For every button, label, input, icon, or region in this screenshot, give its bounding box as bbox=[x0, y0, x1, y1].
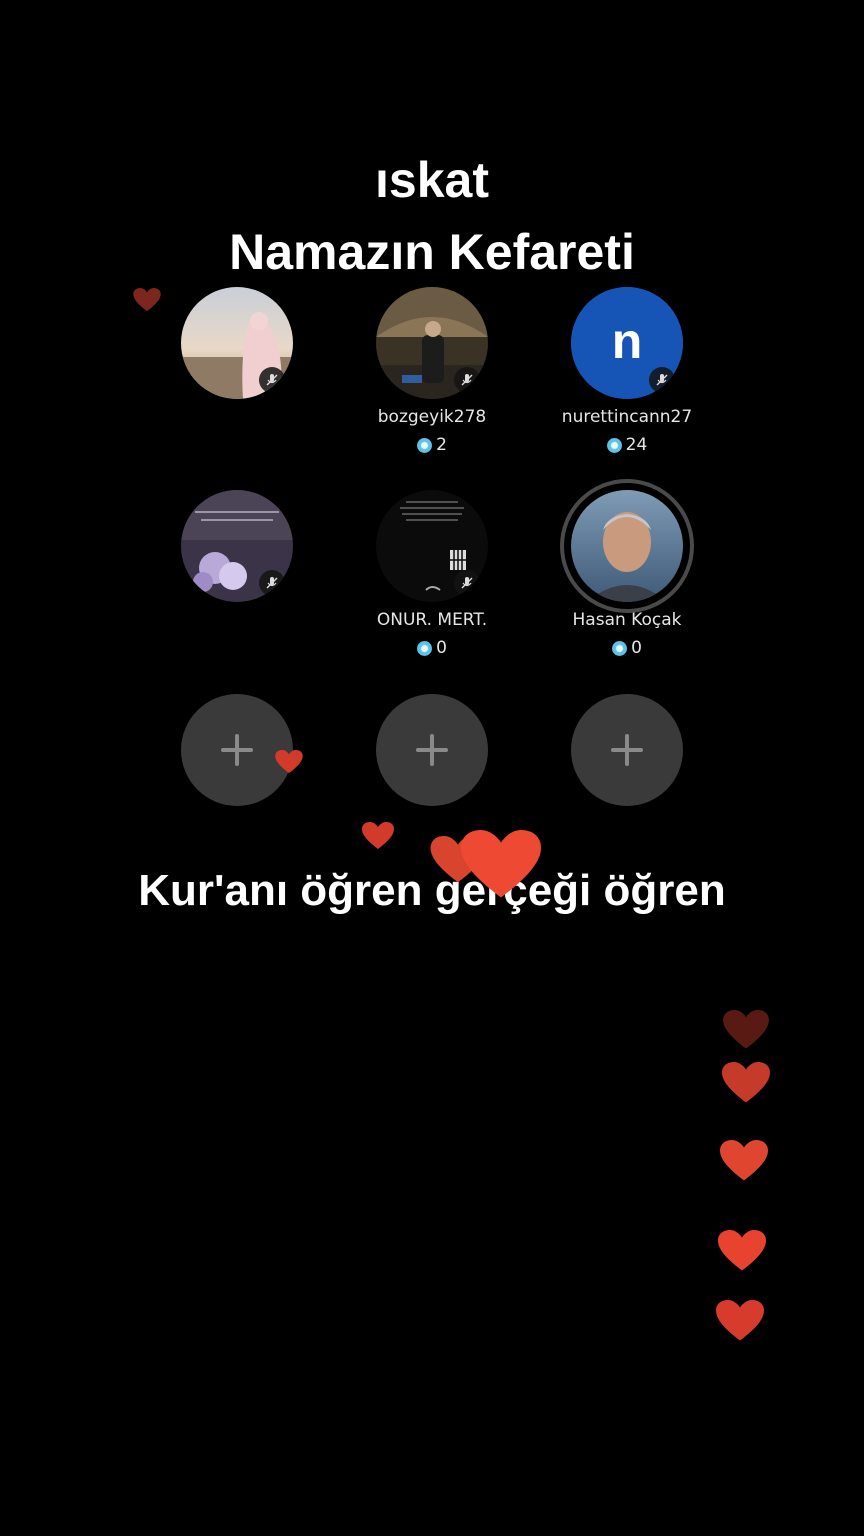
seat-3[interactable]: n nurettincann27 24 bbox=[537, 287, 717, 455]
seat-username[interactable]: ONUR. MERT. bbox=[342, 610, 522, 632]
empty-seat-2[interactable] bbox=[376, 694, 488, 806]
heart-icon bbox=[133, 288, 161, 312]
score-value: 2 bbox=[436, 435, 447, 455]
avatar-letter: n bbox=[612, 313, 643, 369]
muted-mic-icon bbox=[259, 570, 285, 596]
plus-icon bbox=[611, 734, 643, 766]
score-value: 0 bbox=[631, 638, 642, 658]
seat-username[interactable]: nurettincann27 bbox=[537, 407, 717, 429]
seat-4[interactable] bbox=[147, 490, 327, 632]
avatar[interactable] bbox=[181, 287, 293, 399]
heart-icon bbox=[716, 1300, 764, 1341]
seat-score: 24 bbox=[537, 435, 717, 455]
muted-mic-icon bbox=[259, 367, 285, 393]
gem-icon bbox=[417, 640, 433, 656]
gem-icon bbox=[612, 640, 628, 656]
plus-icon bbox=[221, 734, 253, 766]
seat-6[interactable]: Hasan Koçak 0 bbox=[537, 479, 717, 658]
heart-icon bbox=[718, 1230, 766, 1271]
title-line-1: ıskat bbox=[375, 152, 489, 208]
seat-username bbox=[147, 407, 327, 429]
heart-icon bbox=[722, 1062, 770, 1103]
avatar[interactable] bbox=[376, 287, 488, 399]
seat-username[interactable]: bozgeyik278 bbox=[342, 407, 522, 429]
score-value: 0 bbox=[436, 638, 447, 658]
avatar[interactable]: n bbox=[571, 287, 683, 399]
avatar[interactable] bbox=[571, 490, 683, 602]
seat-5[interactable]: ONUR. MERT. 0 bbox=[342, 490, 522, 658]
seat-score: 0 bbox=[342, 638, 522, 658]
heart-icon bbox=[720, 1140, 768, 1181]
seat-1[interactable] bbox=[147, 287, 327, 429]
gem-icon bbox=[417, 437, 433, 453]
score-value: 24 bbox=[625, 435, 648, 455]
seat-username bbox=[147, 610, 327, 632]
plus-icon bbox=[416, 734, 448, 766]
seat-score: 2 bbox=[342, 435, 522, 455]
muted-mic-icon bbox=[454, 570, 480, 596]
empty-seat-3[interactable] bbox=[571, 694, 683, 806]
muted-mic-icon bbox=[454, 367, 480, 393]
muted-mic-icon bbox=[649, 367, 675, 393]
title-line-2: Namazın Kefareti bbox=[229, 224, 635, 280]
seat-2[interactable]: bozgeyik278 2 bbox=[342, 287, 522, 455]
heart-icon bbox=[461, 830, 541, 898]
heart-icon bbox=[275, 750, 303, 774]
heart-icon bbox=[723, 1010, 769, 1049]
seat-username[interactable]: Hasan Koçak bbox=[537, 610, 717, 632]
avatar[interactable] bbox=[181, 490, 293, 602]
avatar[interactable] bbox=[376, 490, 488, 602]
seat-score: 0 bbox=[537, 638, 717, 658]
gem-icon bbox=[606, 437, 622, 453]
heart-icon bbox=[362, 822, 394, 849]
